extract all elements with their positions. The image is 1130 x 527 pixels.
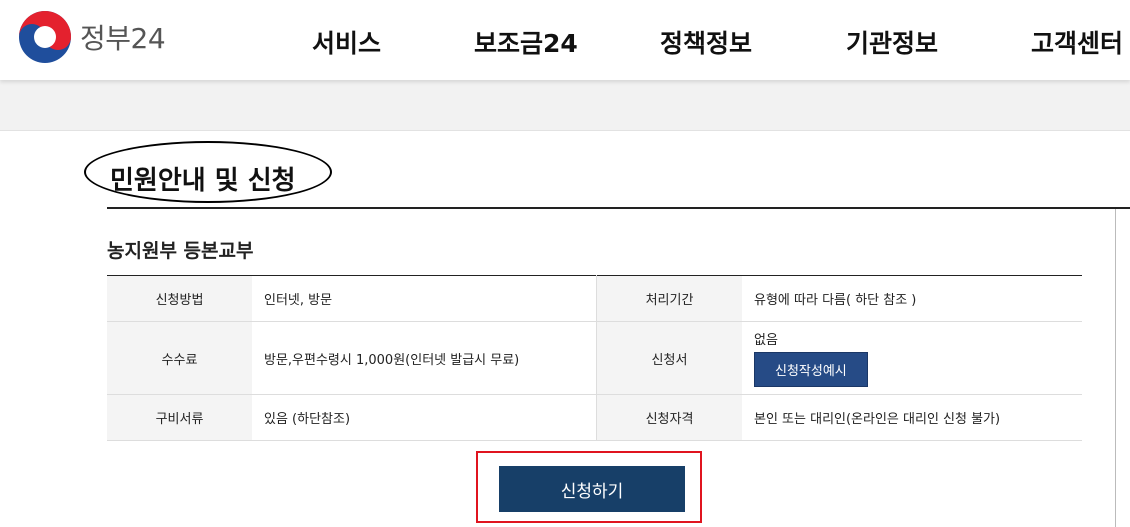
nav-customer-center[interactable]: 고객센터 bbox=[1031, 24, 1123, 60]
label-form: 신청서 bbox=[596, 321, 742, 395]
label-fee: 수수료 bbox=[107, 321, 252, 395]
value-eligibility: 본인 또는 대리인(온라인은 대리인 신청 불가) bbox=[742, 394, 1082, 441]
header-band bbox=[0, 80, 1130, 131]
label-eligibility: 신청자격 bbox=[596, 394, 742, 441]
apply-button[interactable]: 신청하기 bbox=[499, 466, 685, 512]
label-period: 처리기간 bbox=[596, 275, 742, 322]
table-row: 구비서류 있음 (하단참조) 신청자격 본인 또는 대리인(온라인은 대리인 신… bbox=[107, 394, 1082, 441]
table-row: 신청방법 인터넷, 방문 처리기간 유형에 따라 다름( 하단 참조 ) bbox=[107, 275, 1082, 322]
value-method: 인터넷, 방문 bbox=[252, 275, 597, 322]
title-divider bbox=[107, 207, 1130, 209]
content-right-border bbox=[1115, 209, 1116, 527]
nav-services[interactable]: 서비스 bbox=[312, 24, 381, 60]
form-example-button[interactable]: 신청작성예시 bbox=[754, 352, 868, 387]
apply-highlight-box: 신청하기 bbox=[476, 451, 702, 523]
value-period: 유형에 따라 다름( 하단 참조 ) bbox=[742, 275, 1082, 322]
value-form: 없음 bbox=[754, 333, 778, 348]
taegeuk-logo-icon bbox=[19, 11, 71, 63]
value-form-cell: 없음 신청작성예시 bbox=[742, 321, 1082, 395]
page-title: 민원안내 및 신청 bbox=[110, 166, 296, 196]
gov24-logo[interactable]: 정부24 bbox=[18, 10, 166, 64]
nav-subsidy24[interactable]: 보조금24 bbox=[474, 24, 578, 60]
value-fee: 방문,우편수령시 1,000원(인터넷 발급시 무료) bbox=[252, 321, 597, 395]
logo-text: 정부24 bbox=[80, 22, 166, 55]
value-documents: 있음 (하단참조) bbox=[252, 394, 597, 441]
nav-agency-info[interactable]: 기관정보 bbox=[846, 24, 938, 60]
site-header: 정부24 서비스 보조금24 정책정보 기관정보 고객센터 bbox=[0, 0, 1130, 80]
section-title: 농지원부 등본교부 bbox=[107, 240, 254, 262]
info-table: 신청방법 인터넷, 방문 처리기간 유형에 따라 다름( 하단 참조 ) 수수료… bbox=[107, 275, 1082, 441]
label-method: 신청방법 bbox=[107, 275, 252, 322]
label-documents: 구비서류 bbox=[107, 394, 252, 441]
nav-policy-info[interactable]: 정책정보 bbox=[660, 24, 752, 60]
table-row: 수수료 방문,우편수령시 1,000원(인터넷 발급시 무료) 신청서 없음 신… bbox=[107, 321, 1082, 395]
